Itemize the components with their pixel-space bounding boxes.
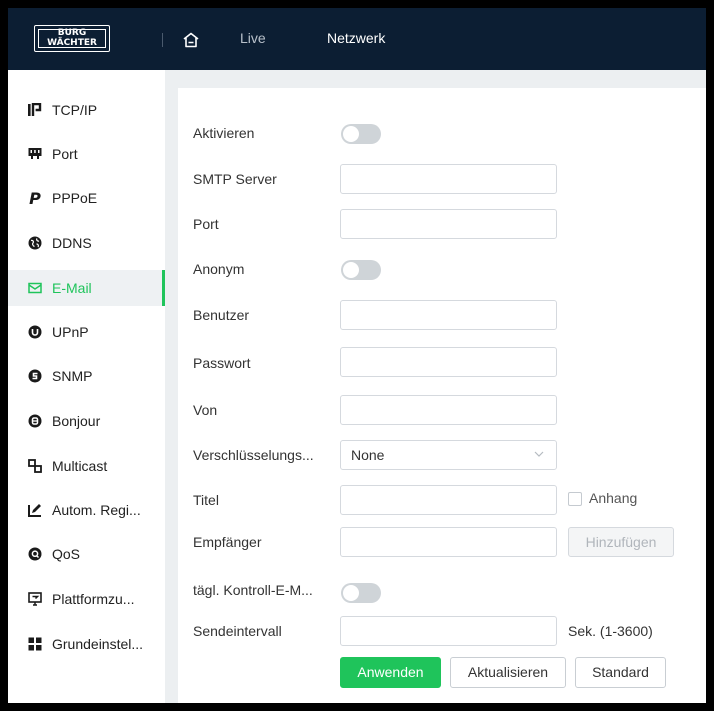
sidebar-item-label: PPPoE [52,190,98,206]
empfaenger-label: Empfänger [193,534,262,550]
sidebar-item-email[interactable]: E-Mail [8,270,165,306]
refresh-button[interactable]: Aktualisieren [450,657,566,688]
smtp-server-input[interactable] [340,164,557,194]
anhang-checkbox[interactable] [568,492,582,506]
sidebar-item-label: Bonjour [52,413,101,429]
sidebar-item-auto-register[interactable]: Autom. Regi... [8,492,165,528]
sidebar-item-label: UPnP [52,324,89,340]
sidebar-item-upnp[interactable]: UPnP [8,314,165,350]
aktivieren-toggle[interactable] [341,124,381,144]
sidebar-item-label: DDNS [52,235,92,251]
sidebar-item-label: E-Mail [52,280,92,296]
aktivieren-label: Aktivieren [193,125,255,141]
sidebar-item-label: TCP/IP [52,102,98,118]
globe-icon [27,235,43,251]
default-button[interactable]: Standard [575,657,666,688]
titel-input[interactable] [340,485,557,515]
port-label: Port [193,216,219,232]
sidebar-item-label: Plattformzu... [52,591,135,607]
grid-icon [27,636,43,652]
verschluesselung-select[interactable]: None [340,440,557,470]
sidebar-item-basic-settings[interactable]: Grundeinstel... [8,626,165,662]
mail-icon [27,280,43,296]
home-icon[interactable] [182,32,200,48]
nav-live[interactable]: Live [240,30,266,46]
sidebar-item-label: Autom. Regi... [52,502,141,518]
sidebar-item-bonjour[interactable]: Bonjour [8,403,165,439]
passwort-label: Passwort [193,355,251,371]
sidebar-item-label: Port [52,146,78,162]
chevron-down-icon [534,451,544,457]
sidebar-item-label: SNMP [52,368,93,384]
app-window: BURG WÄCHTER Live Netzwerk TCP/IP Port P… [0,0,714,711]
kontroll-email-toggle[interactable] [341,583,381,603]
benutzer-label: Benutzer [193,307,250,323]
sidebar-item-multicast[interactable]: Multicast [8,448,165,484]
passwort-input[interactable] [340,347,557,377]
sidebar-item-tcpip[interactable]: TCP/IP [8,92,165,128]
bonjour-icon [27,413,43,429]
empfaenger-input[interactable] [340,527,557,557]
anhang-label: Anhang [589,490,638,506]
titel-label: Titel [193,492,219,508]
sidebar-item-label: Grundeinstel... [52,636,144,652]
port-icon [27,146,43,162]
register-icon [27,502,43,518]
header-divider [162,33,163,47]
logo-text-top: BURG [57,28,87,38]
benutzer-input[interactable] [340,300,557,330]
qos-icon [27,546,43,562]
sidebar-item-platform[interactable]: Plattformzu... [8,581,165,617]
sendeintervall-label: Sendeintervall [193,623,282,639]
snmp-icon [27,368,43,384]
verschluesselung-value: None [351,447,385,463]
multicast-icon [27,458,43,474]
smtp-server-label: SMTP Server [193,171,277,187]
von-label: Von [193,402,218,418]
brand-logo: BURG WÄCHTER [34,25,110,52]
anonym-toggle[interactable] [341,260,381,280]
kontroll-email-label: tägl. Kontroll-E-M... [193,582,313,598]
ip-icon [27,102,43,118]
verschluesselung-label: Verschlüsselungs... [193,447,314,463]
sidebar-item-pppoe[interactable]: P PPPoE [8,180,165,216]
pppoe-icon: P [29,188,41,208]
platform-icon [27,591,43,607]
sidebar-item-port[interactable]: Port [8,136,165,172]
sidebar-item-label: QoS [52,546,81,562]
add-recipient-button[interactable]: Hinzufügen [568,527,674,557]
port-input[interactable] [340,209,557,239]
anonym-label: Anonym [193,261,245,277]
nav-netzwerk[interactable]: Netzwerk [327,30,385,46]
sidebar-item-snmp[interactable]: SNMP [8,358,165,394]
von-input[interactable] [340,395,557,425]
top-bar: BURG WÄCHTER Live Netzwerk [8,8,706,70]
sidebar-item-ddns[interactable]: DDNS [8,225,165,261]
apply-button[interactable]: Anwenden [340,657,441,688]
sidebar-item-qos[interactable]: QoS [8,536,165,572]
sendeintervall-unit: Sek. (1-3600) [568,623,653,639]
sendeintervall-input[interactable] [340,616,557,646]
sidebar-item-label: Multicast [52,458,108,474]
upnp-icon [27,324,43,340]
sidebar: TCP/IP Port P PPPoE DDNS E-Mail UPnP SNM… [8,70,165,703]
logo-text-bottom: WÄCHTER [47,38,97,48]
